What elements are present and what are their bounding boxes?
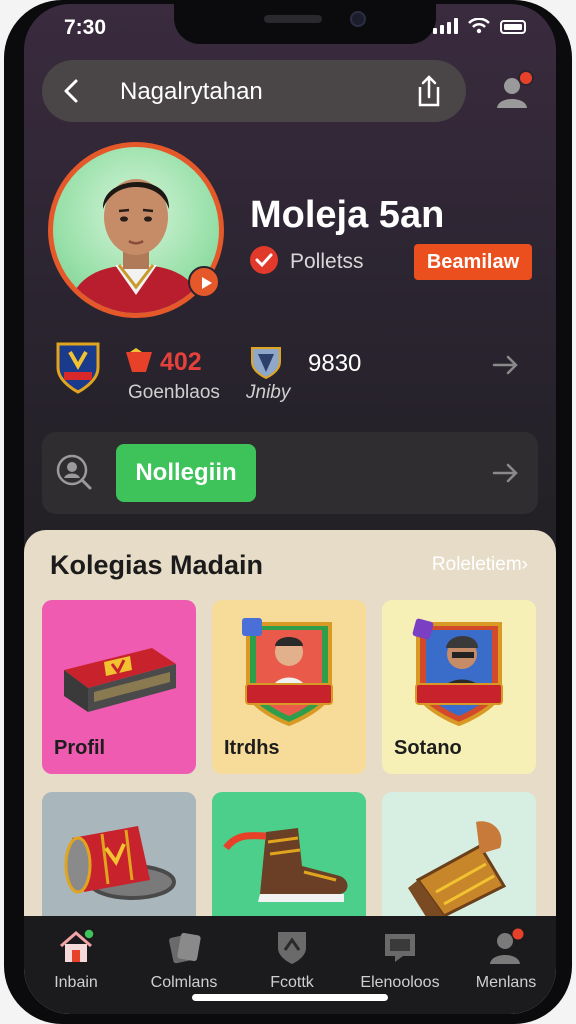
nav-item-collections[interactable]: Colmlans bbox=[134, 928, 234, 998]
search-profile-icon[interactable] bbox=[54, 452, 94, 492]
person-icon bbox=[490, 928, 524, 964]
nav-item-profile[interactable]: Menlans bbox=[456, 928, 556, 998]
shield-crest-icon bbox=[56, 342, 100, 394]
chat-icon bbox=[385, 934, 415, 962]
collection-tile[interactable]: Itrdhs bbox=[212, 600, 366, 774]
verified-icon bbox=[250, 246, 278, 274]
nav-item-chat[interactable]: Elenooloos bbox=[350, 928, 450, 998]
share-icon[interactable] bbox=[412, 73, 446, 109]
stat-value-2: 9830 bbox=[308, 350, 362, 377]
phone-frame: 7:30 Nagalrytahan Moleja 5an Polletss Be… bbox=[4, 0, 572, 1024]
status-icons bbox=[433, 18, 526, 34]
arrow-right-icon[interactable] bbox=[490, 458, 520, 488]
collection-title: Kolegias Madain bbox=[50, 550, 264, 580]
nav-label: Menlans bbox=[475, 974, 537, 991]
collection-link[interactable]: Roleletiem› bbox=[432, 554, 528, 576]
tile-label: Profil bbox=[54, 737, 106, 759]
cards-icon bbox=[169, 932, 201, 964]
search-card: Nollegiin bbox=[42, 432, 538, 514]
nav-label: Fcottk bbox=[270, 974, 314, 991]
stat-label-1: Goenblaos bbox=[128, 382, 220, 403]
collection-tile[interactable]: Profil bbox=[42, 600, 196, 774]
arrow-right-icon[interactable] bbox=[490, 350, 520, 380]
chevron-right-icon: › bbox=[521, 554, 528, 575]
profile-subtitle: Polletss bbox=[290, 250, 364, 273]
home-indicator bbox=[192, 994, 388, 1001]
shield-icon bbox=[278, 932, 306, 964]
front-camera bbox=[350, 11, 366, 27]
nav-label: Colmlans bbox=[150, 974, 218, 991]
profile-name: Moleja 5an bbox=[250, 194, 445, 236]
signal-icon bbox=[433, 18, 458, 34]
stat-value-1: 402 bbox=[160, 348, 202, 376]
play-badge-icon[interactable] bbox=[188, 266, 220, 298]
back-icon[interactable] bbox=[56, 75, 88, 107]
page-title: Nagalrytahan bbox=[120, 78, 263, 105]
trophy-icon bbox=[126, 348, 152, 372]
screen: 7:30 Nagalrytahan Moleja 5an Polletss Be… bbox=[24, 4, 556, 1014]
notification-badge bbox=[518, 70, 534, 86]
tile-label: Sotano bbox=[394, 737, 462, 759]
speaker bbox=[264, 15, 322, 23]
nav-label: Inbain bbox=[54, 974, 98, 991]
battery-icon bbox=[500, 20, 526, 34]
notch bbox=[174, 4, 436, 44]
tile-label: Itrdhs bbox=[224, 737, 280, 759]
status-time: 7:30 bbox=[64, 16, 107, 39]
stat-label-2: Jniby bbox=[246, 382, 291, 403]
nav-label: Elenooloos bbox=[360, 974, 440, 991]
search-button[interactable]: Nollegiin bbox=[116, 444, 256, 502]
nav-item-home[interactable]: Inbain bbox=[26, 928, 126, 998]
wifi-icon bbox=[468, 18, 490, 34]
crest-icon bbox=[251, 347, 281, 380]
follow-button[interactable]: Beamilaw bbox=[414, 244, 532, 280]
top-bar: Nagalrytahan bbox=[42, 60, 466, 122]
nav-item-shield[interactable]: Fcottk bbox=[242, 928, 342, 998]
collection-tile[interactable]: Sotano bbox=[382, 600, 536, 774]
home-icon bbox=[60, 928, 95, 962]
collection-link-label: Roleletiem bbox=[431, 554, 522, 575]
